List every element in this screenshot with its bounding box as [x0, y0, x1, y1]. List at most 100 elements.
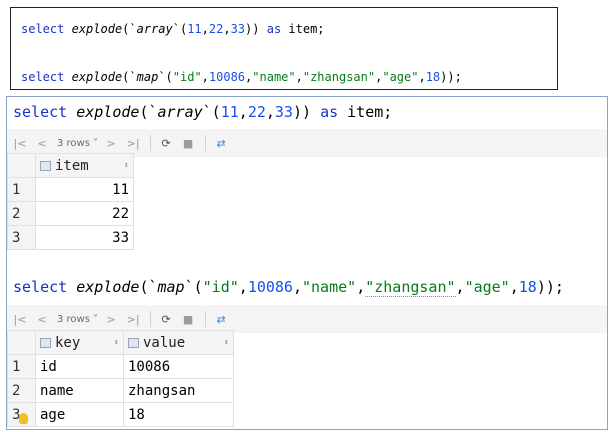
- row-number: 2: [7, 201, 36, 226]
- snippet-line-2: select explode(`map`("id",10086,"name","…: [21, 70, 462, 84]
- number-literal: 33: [274, 103, 293, 121]
- row-number: 2: [7, 378, 36, 403]
- rows-count-dropdown[interactable]: 3 rows ˅: [57, 314, 98, 325]
- keyword-select: select: [21, 22, 65, 36]
- cell-value[interactable]: 10086: [123, 354, 234, 379]
- row-number-header: [7, 153, 36, 178]
- sort-icon[interactable]: ⬍: [124, 161, 129, 171]
- row-number-header: [7, 330, 36, 355]
- code-snippet: select explode(`array`(11,22,33)) as ite…: [10, 7, 558, 90]
- string-literal: "name": [252, 70, 296, 84]
- toolbar-divider: [150, 311, 152, 327]
- punctuation: ,: [292, 278, 302, 296]
- number-literal: 10086: [247, 278, 293, 296]
- query-editor-line-2[interactable]: select explode(`map`("id",10086,"name","…: [13, 278, 564, 297]
- function-name: explode: [71, 70, 123, 84]
- column-header-item[interactable]: item ⬍: [35, 153, 134, 178]
- cell-key[interactable]: age: [35, 402, 124, 427]
- string-literal: "zhangsan": [302, 70, 376, 84]
- toolbar-divider: [150, 135, 152, 151]
- next-page-icon[interactable]: >: [102, 137, 120, 150]
- column-label: value: [143, 334, 186, 351]
- number-literal: 10086: [208, 70, 246, 84]
- table-row[interactable]: 2 22: [7, 201, 134, 226]
- query-editor-line-1[interactable]: select explode(`array`(11,22,33)) as ite…: [13, 103, 392, 121]
- number-literal: 22: [208, 22, 224, 36]
- string-literal: "id": [202, 278, 239, 296]
- punctuation: ,: [356, 278, 366, 296]
- punctuation: ,: [201, 70, 209, 84]
- alias-name: item;: [347, 103, 393, 121]
- table-row[interactable]: 2 name zhangsan: [7, 378, 234, 403]
- table-row[interactable]: 1 id 10086: [7, 354, 234, 379]
- table-row[interactable]: 3 age 18: [7, 402, 234, 427]
- cell-item[interactable]: 22: [35, 201, 134, 226]
- first-page-icon[interactable]: |<: [11, 313, 29, 326]
- result-grid-2: key ⬍ value ⬍ 1 id 10086 2 name zhangsan 3…: [7, 330, 234, 427]
- row-number: 1: [7, 354, 36, 379]
- stop-icon[interactable]: ■: [179, 313, 197, 326]
- keyword-as: as: [320, 103, 339, 121]
- table-row[interactable]: 1 11: [7, 177, 134, 202]
- number-literal: 33: [230, 22, 246, 36]
- cell-key[interactable]: name: [35, 378, 124, 403]
- last-page-icon[interactable]: >|: [124, 313, 142, 326]
- punctuation: `(: [158, 70, 173, 84]
- next-page-icon[interactable]: >: [102, 313, 120, 326]
- grid-header-row: item ⬍: [7, 153, 134, 178]
- cell-value[interactable]: zhangsan: [123, 378, 234, 403]
- column-label: key: [55, 334, 81, 351]
- type-name: map: [157, 278, 185, 296]
- last-page-icon[interactable]: >|: [124, 137, 142, 150]
- table-row[interactable]: 3 33: [7, 225, 134, 250]
- punctuation: ,: [223, 22, 231, 36]
- punctuation: `(: [172, 22, 188, 36]
- refresh-icon[interactable]: ⟳: [157, 137, 175, 150]
- first-page-icon[interactable]: |<: [11, 137, 29, 150]
- pin-tab-icon[interactable]: ⇄: [212, 137, 230, 150]
- string-literal: "age": [464, 278, 510, 296]
- toolbar-divider: [205, 311, 207, 327]
- function-name: explode: [76, 278, 140, 296]
- string-literal: "name": [302, 278, 357, 296]
- keyword-select: select: [13, 278, 68, 296]
- punctuation: (`: [139, 278, 158, 296]
- refresh-icon[interactable]: ⟳: [157, 313, 175, 326]
- punctuation: ,: [295, 70, 303, 84]
- result-grid-1: item ⬍ 1 11 2 22 3 33: [7, 153, 134, 250]
- column-icon: [40, 160, 51, 171]
- type-name: array: [136, 22, 173, 36]
- number-literal: 11: [187, 22, 202, 36]
- type-name: map: [136, 70, 159, 84]
- sort-icon[interactable]: ⬍: [114, 338, 119, 348]
- sort-icon[interactable]: ⬍: [224, 338, 229, 348]
- cell-key[interactable]: id: [35, 354, 124, 379]
- alias-name: item;: [288, 22, 325, 36]
- punctuation: ,: [265, 103, 275, 121]
- punctuation: (`: [139, 103, 158, 121]
- row-number: 1: [7, 177, 36, 202]
- toolbar-divider: [205, 135, 207, 151]
- function-name: explode: [71, 22, 123, 36]
- prev-page-icon[interactable]: <: [33, 313, 51, 326]
- column-header-value[interactable]: value ⬍: [123, 330, 234, 355]
- column-header-key[interactable]: key ⬍: [35, 330, 124, 355]
- column-icon: [128, 337, 139, 348]
- keyword-select: select: [21, 70, 65, 84]
- cell-item[interactable]: 33: [35, 225, 134, 250]
- pin-tab-icon[interactable]: ⇄: [212, 313, 230, 326]
- punctuation: ,: [238, 103, 248, 121]
- stop-icon[interactable]: ■: [179, 137, 197, 150]
- punctuation: ));: [536, 278, 564, 296]
- punctuation: ,: [238, 278, 248, 296]
- punctuation: `(: [184, 278, 203, 296]
- column-icon: [40, 337, 51, 348]
- prev-page-icon[interactable]: <: [33, 137, 51, 150]
- punctuation: )): [292, 103, 312, 121]
- cell-value[interactable]: 18: [123, 402, 234, 427]
- number-literal: 18: [425, 70, 441, 84]
- lightbulb-icon[interactable]: [19, 413, 28, 424]
- rows-count-dropdown[interactable]: 3 rows ˅: [57, 138, 98, 149]
- cell-item[interactable]: 11: [35, 177, 134, 202]
- keyword-select: select: [13, 103, 68, 121]
